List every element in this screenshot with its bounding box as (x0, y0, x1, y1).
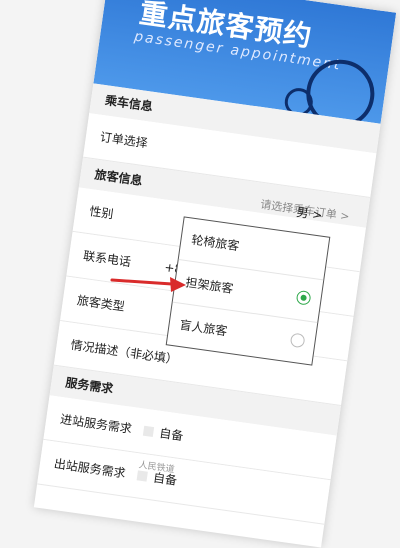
gender-value[interactable]: 男 > (295, 203, 324, 223)
option-label: 担架旅客 (184, 275, 235, 296)
in-station-label: 进站服务需求 (59, 412, 133, 436)
radio-icon[interactable] (289, 332, 306, 349)
checkbox-label: 自备 (158, 426, 185, 444)
passenger-info-label: 旅客信息 (93, 167, 144, 189)
order-select-label: 订单选择 (99, 129, 149, 151)
checkbox-box[interactable] (136, 470, 148, 482)
checkbox-box[interactable] (142, 425, 155, 438)
radio-selected-icon[interactable] (295, 289, 312, 306)
gender-label: 性别 (88, 204, 115, 222)
red-arrow-icon (110, 277, 186, 292)
out-station-label: 出站服务需求 (53, 456, 127, 481)
option-label: 轮椅旅客 (190, 232, 241, 254)
in-station-self-checkbox[interactable]: 自备 (140, 409, 186, 458)
option-label: 盲人旅客 (178, 317, 229, 339)
description-label: 情况描述（非必填） (69, 337, 179, 367)
passenger-type-dropdown[interactable]: 男 > 轮椅旅客 担架旅客 盲人旅客 (165, 205, 331, 366)
